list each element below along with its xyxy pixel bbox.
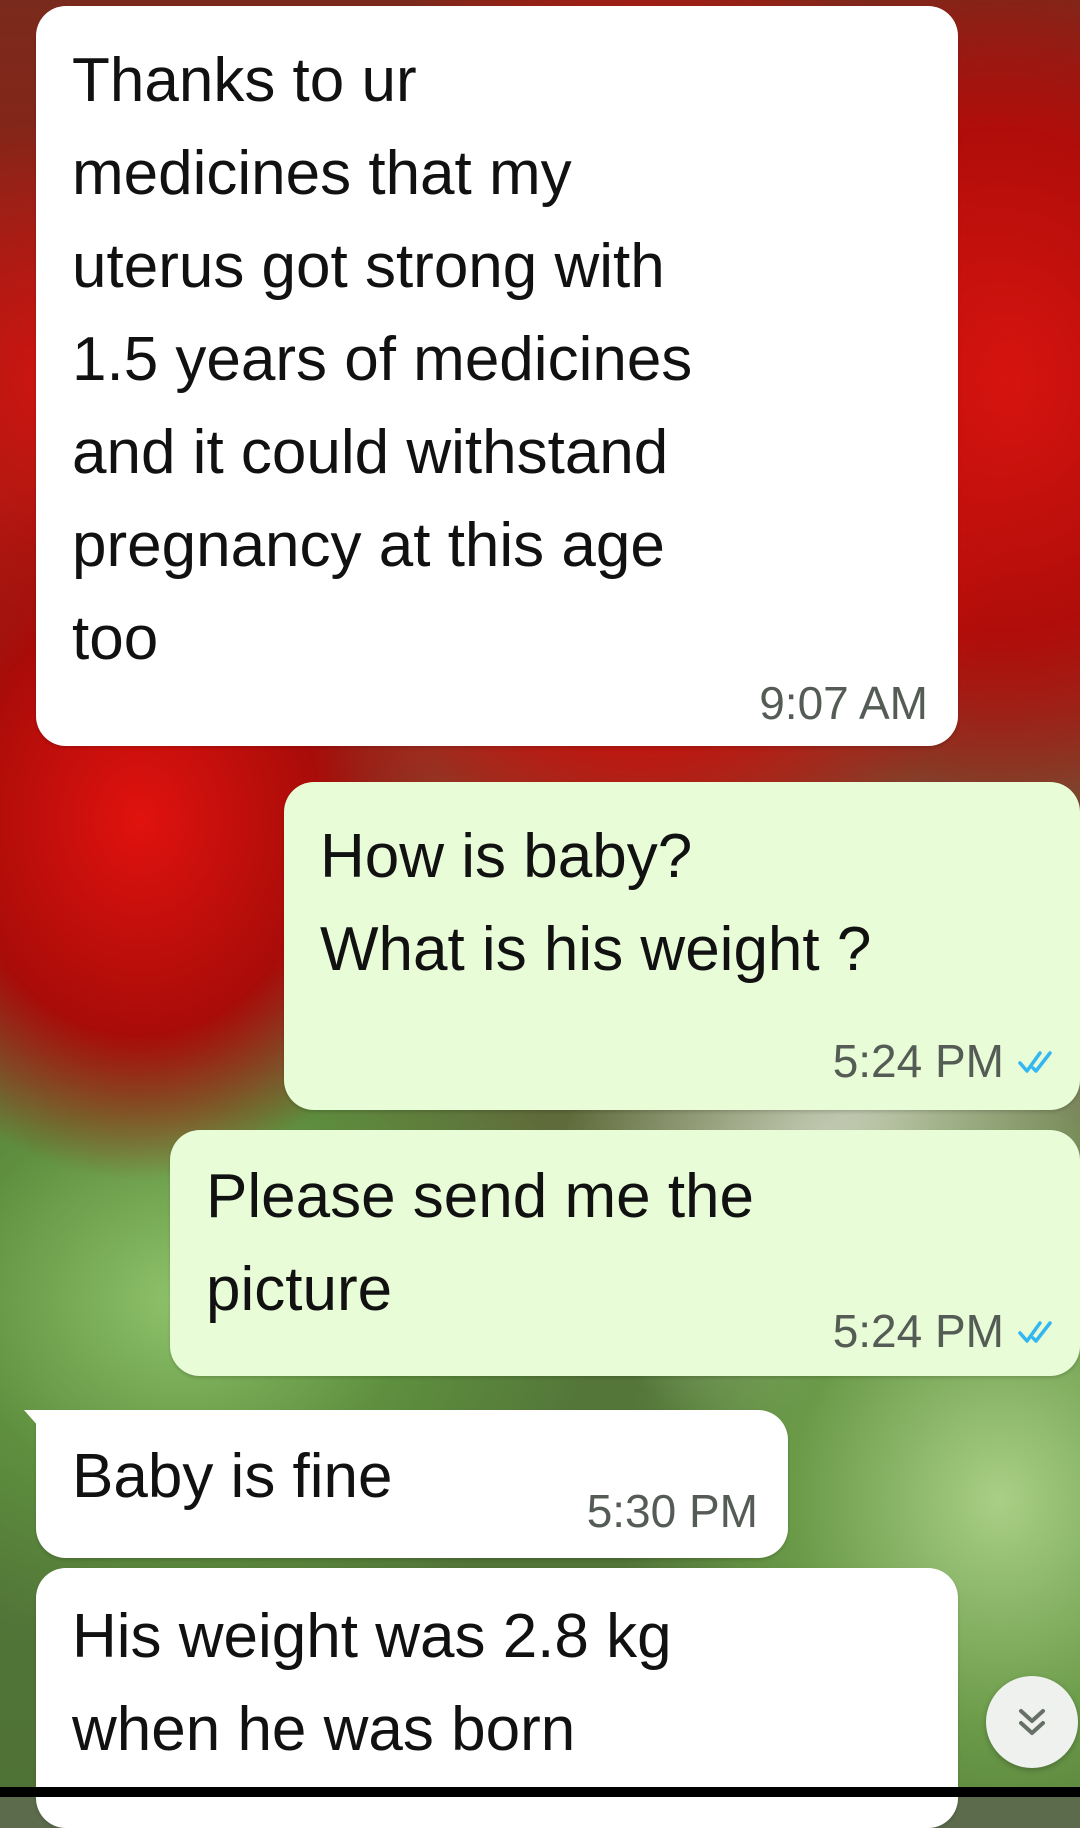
message-timestamp: 5:30 PM: [587, 1486, 758, 1536]
message-bubble-outgoing[interactable]: Please send me the picture 5:24 PM: [170, 1130, 1080, 1376]
message-text: Please send me the picture: [206, 1162, 755, 1324]
message-text: His weight was 2.8 kg when he was born: [72, 1602, 672, 1764]
message-bubble-incoming[interactable]: Baby is fine 5:30 PM: [24, 1410, 788, 1558]
message-bubble-outgoing[interactable]: How is baby? What is his weight ? 5:24 P…: [284, 782, 1080, 1110]
double-chevron-down-icon: [1019, 1709, 1045, 1735]
message-timestamp: 5:24 PM: [833, 1306, 1058, 1356]
message-timestamp: 9:07 AM: [759, 678, 928, 728]
double-check-read-icon: [1018, 1321, 1052, 1343]
message-text: Thanks to ur medicines that my uterus go…: [72, 46, 693, 673]
screen-bottom-edge: [0, 1787, 1080, 1797]
double-check-read-icon: [1018, 1051, 1052, 1073]
message-time: 9:07 AM: [759, 677, 928, 729]
message-text: Baby is fine: [72, 1442, 393, 1511]
message-time: 5:24 PM: [832, 1035, 1004, 1087]
message-time: 5:24 PM: [832, 1305, 1004, 1357]
message-timestamp: 5:24 PM: [833, 1036, 1058, 1086]
message-bubble-incoming[interactable]: Thanks to ur medicines that my uterus go…: [36, 6, 958, 746]
bubble-tail: [24, 1410, 54, 1444]
message-text: How is baby? What is his weight ?: [320, 822, 872, 984]
scroll-to-bottom-button[interactable]: [986, 1676, 1078, 1768]
message-time: 5:30 PM: [586, 1485, 758, 1537]
